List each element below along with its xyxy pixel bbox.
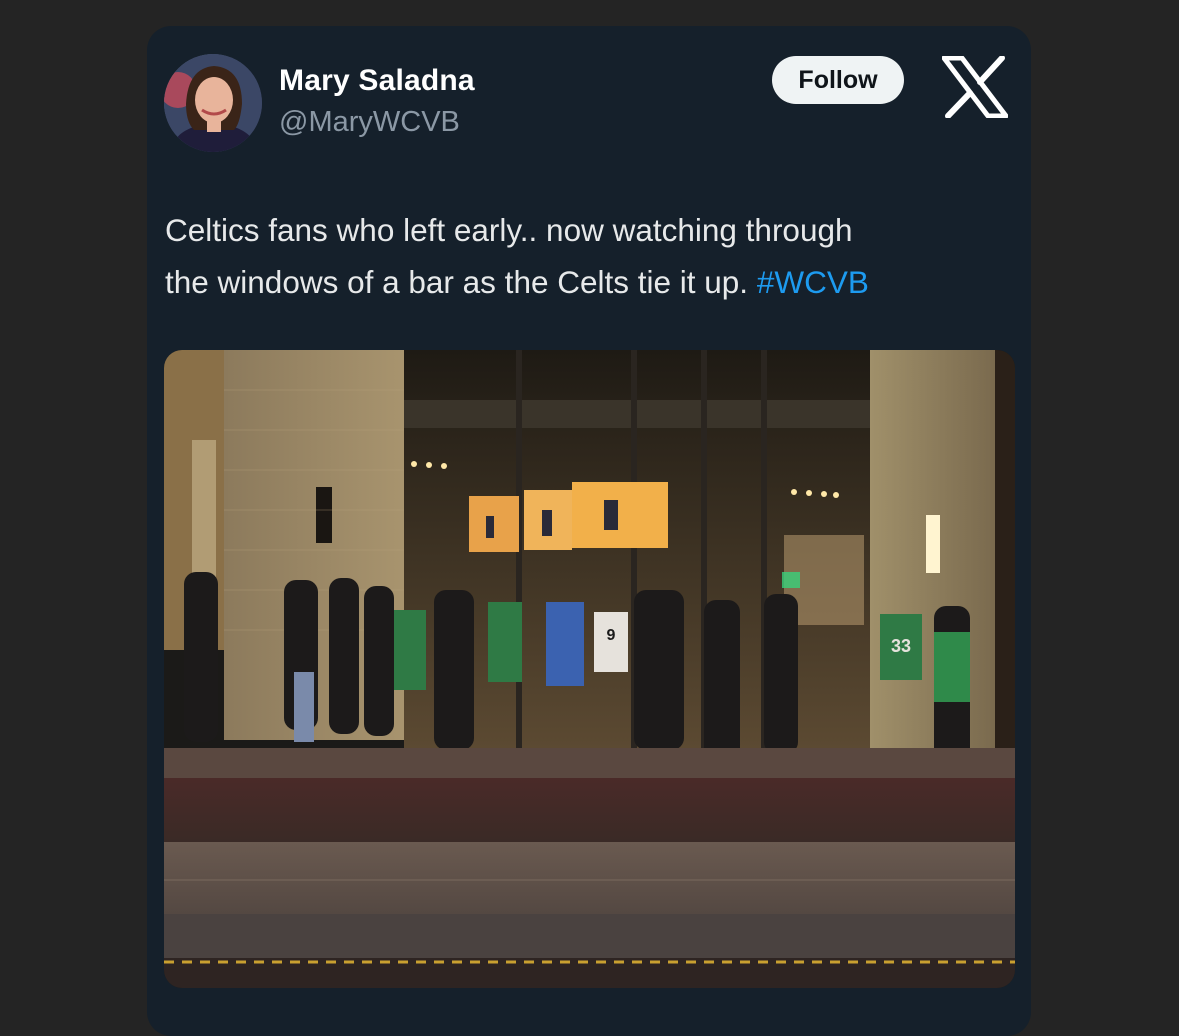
avatar[interactable] [164, 54, 262, 152]
author-handle[interactable]: @MaryWCVB [279, 106, 460, 139]
tweet-card: Mary Saladna @MaryWCVB Follow Celtics fa… [147, 26, 1031, 1036]
tweet-photo[interactable]: 9 33 [164, 350, 1015, 988]
author-name[interactable]: Mary Saladna [279, 64, 475, 98]
tweet-text-line-1: Celtics fans who left early.. now watchi… [165, 212, 853, 248]
tweet-text: Celtics fans who left early.. now watchi… [165, 204, 1015, 308]
hashtag-link[interactable]: #WCVB [757, 264, 869, 300]
tweet-text-line-2-content: the windows of a bar as the Celts tie it… [165, 264, 749, 300]
tweet-text-line-2: the windows of a bar as the Celts tie it… [165, 256, 1015, 308]
follow-button[interactable]: Follow [772, 56, 904, 104]
jersey-number-front: 9 [607, 627, 616, 644]
x-logo-icon[interactable] [941, 55, 1009, 119]
jersey-number-right: 33 [891, 636, 911, 656]
